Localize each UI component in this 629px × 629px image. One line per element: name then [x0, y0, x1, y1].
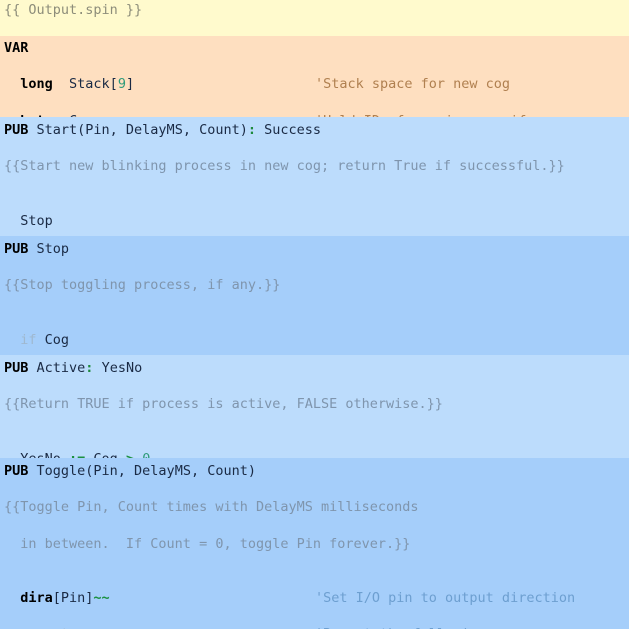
doc-comment: {{Return TRUE if process is active, FALS… — [4, 396, 443, 413]
code-line[interactable]: PUB Stop — [0, 240, 629, 258]
code-line[interactable]: {{ Output.spin }} — [0, 1, 629, 19]
doc-title: {{ Output.spin }} — [4, 2, 143, 18]
code-line[interactable]: PUB Toggle(Pin, DelayMS, Count) — [0, 462, 629, 480]
code-line[interactable]: {{Return TRUE if process is active, FALS… — [0, 395, 629, 413]
doc-comment: {{Toggle Pin, Count times with DelayMS m… — [4, 499, 419, 516]
code-line[interactable]: dira[Pin]~~ 'Set I/O pin to output direc… — [0, 589, 629, 607]
var-block: VAR long Stack[9] 'Stack space for new c… — [0, 36, 629, 129]
code-line[interactable]: in between. If Count = 0, toggle Pin for… — [0, 535, 629, 553]
inline-comment: 'Stack space for new cog — [315, 76, 511, 93]
code-line[interactable]: long Stack[9] 'Stack space for new cog — [0, 75, 629, 93]
doc-header-block: {{ Output.spin }} — [0, 0, 629, 36]
code-line[interactable]: Stop — [0, 212, 629, 230]
doc-comment: in between. If Count = 0, toggle Pin for… — [4, 535, 411, 552]
code-line[interactable]: {{Toggle Pin, Count times with DelayMS m… — [0, 498, 629, 516]
code-line[interactable]: VAR — [0, 39, 629, 57]
pub-block-active: PUB Active: YesNo {{Return TRUE if proce… — [0, 355, 629, 467]
code-line[interactable]: repeat 'Repeat the following — [0, 625, 629, 629]
pub-block-stop: PUB Stop {{Stop toggling process, if any… — [0, 236, 629, 384]
code-line[interactable]: {{Start new blinking process in new cog;… — [0, 157, 629, 175]
doc-comment: {{Stop toggling process, if any.}} — [4, 277, 281, 294]
code-line[interactable]: PUB Start(Pin, DelayMS, Count): Success — [0, 121, 629, 139]
spin-code-editor[interactable]: {{ Output.spin }} VAR long Stack[9] 'Sta… — [0, 0, 629, 629]
inline-comment: 'Set I/O pin to output direction — [315, 589, 576, 606]
pub-block-start: PUB Start(Pin, DelayMS, Count): Success … — [0, 117, 629, 265]
code-line[interactable]: if Cog — [0, 331, 629, 349]
token-var-keyword: VAR — [4, 40, 29, 56]
code-line[interactable]: {{Stop toggling process, if any.}} — [0, 276, 629, 294]
doc-comment: {{Start new blinking process in new cog;… — [4, 158, 565, 175]
pub-block-toggle: PUB Toggle(Pin, DelayMS, Count) {{Toggle… — [0, 458, 629, 629]
inline-comment: 'Repeat the following — [315, 625, 486, 629]
code-line[interactable]: PUB Active: YesNo — [0, 359, 629, 377]
